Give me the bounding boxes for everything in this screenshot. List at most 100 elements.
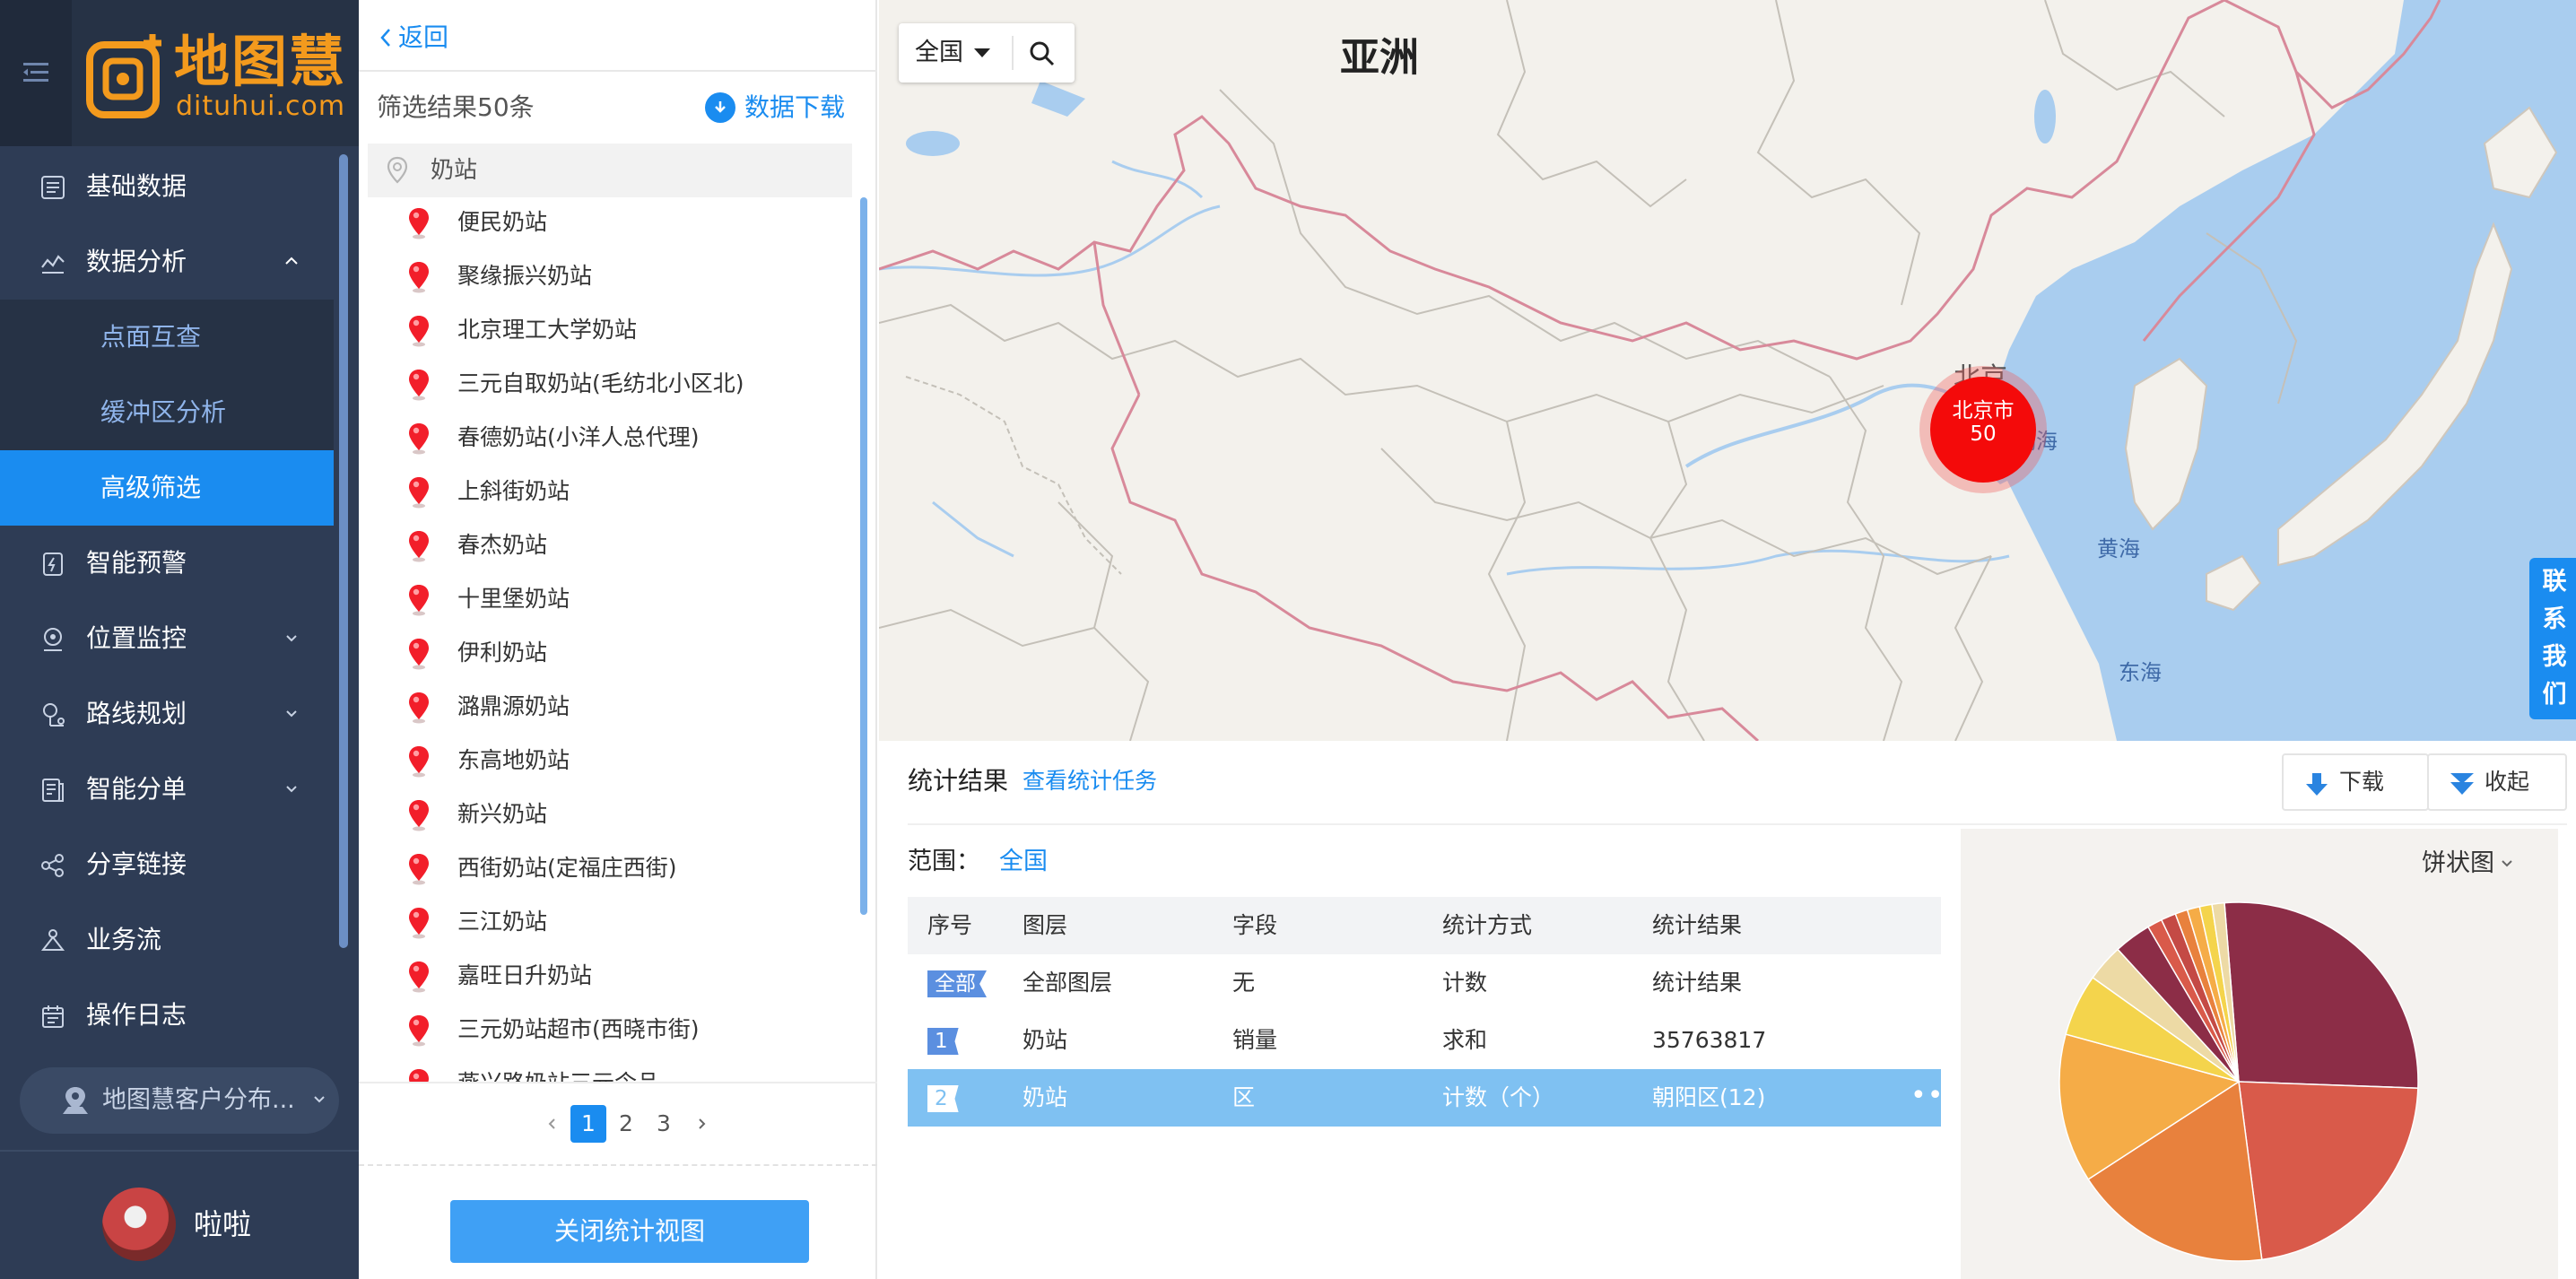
poi-list-item[interactable]: 西街奶站(定福庄西街) bbox=[359, 841, 857, 895]
sidebar-scrollbar[interactable] bbox=[339, 154, 348, 948]
pie-slice[interactable] bbox=[2238, 1081, 2419, 1261]
red-pin-icon bbox=[409, 692, 429, 724]
row-result-cell: 朝阳区(12) bbox=[1652, 1084, 1766, 1110]
chart-type-select[interactable]: 饼状图 bbox=[2422, 845, 2514, 883]
pie-chart bbox=[2058, 901, 2419, 1262]
poi-list-item[interactable]: 聚缘振兴奶站 bbox=[359, 249, 857, 303]
search-icon[interactable] bbox=[1028, 39, 1057, 68]
divider bbox=[359, 1082, 877, 1083]
red-pin-icon bbox=[409, 961, 429, 993]
nav-item-operation-log[interactable]: 操作日志 bbox=[0, 978, 334, 1053]
nav-item-workflow[interactable]: 业务流 bbox=[0, 902, 334, 978]
client-distribution-select[interactable]: 地图慧客户分布... bbox=[20, 1067, 339, 1134]
poi-list-item[interactable]: 十里堡奶站 bbox=[359, 572, 857, 626]
column-header-index: 序号 bbox=[927, 912, 973, 938]
sub-item-advanced-filter[interactable]: 高级筛选 bbox=[0, 450, 334, 526]
poi-list-item[interactable]: 三元自取奶站(毛纺北小区北) bbox=[359, 357, 857, 411]
cluster-name: 北京市 bbox=[1952, 399, 2015, 422]
poi-list-item[interactable]: 春杰奶站 bbox=[359, 518, 857, 572]
page-3-button[interactable]: 3 bbox=[646, 1105, 682, 1143]
list-scrollbar[interactable] bbox=[860, 197, 867, 915]
map-view[interactable]: 全国 亚洲 北京 渤海 黄海 东海 北京市 50 联系我们 bbox=[879, 0, 2576, 741]
red-pin-icon bbox=[409, 854, 429, 885]
caret-down-icon bbox=[974, 48, 990, 57]
logo-domain: dituhui.com bbox=[176, 91, 346, 122]
username[interactable]: 啦啦 bbox=[194, 1188, 251, 1261]
nav-item-smart-dispatch[interactable]: 智能分单 bbox=[0, 752, 334, 827]
poi-list-item[interactable]: 北京理工大学奶站 bbox=[359, 303, 857, 357]
nav-item-route-planning[interactable]: 路线规划 bbox=[0, 676, 334, 752]
sub-item-label: 高级筛选 bbox=[100, 473, 202, 502]
contact-us-tab[interactable]: 联系我们 bbox=[2529, 558, 2576, 719]
back-button[interactable]: 返回 bbox=[379, 18, 448, 57]
beijing-cluster-marker[interactable]: 北京市 50 bbox=[1930, 377, 2036, 483]
map-canvas bbox=[879, 0, 2576, 741]
column-header-method: 统计方式 bbox=[1442, 912, 1533, 938]
data-download-button[interactable]: 数据下载 bbox=[705, 88, 845, 127]
pie-slice[interactable] bbox=[2224, 901, 2419, 1089]
poi-list: 便民奶站聚缘振兴奶站 北京理工大学奶站三元自取奶站(毛纺北小区北) 春德奶站(小洋人… bbox=[359, 196, 857, 1083]
chart-type-label: 饼状图 bbox=[2422, 849, 2494, 877]
logo-badge-icon bbox=[86, 34, 161, 118]
red-pin-icon bbox=[409, 639, 429, 670]
poi-list-item[interactable]: 三元奶站超市(西晓市街) bbox=[359, 1003, 857, 1057]
nav-item-data-analysis[interactable]: 数据分析 bbox=[0, 224, 334, 300]
region-search-box[interactable]: 全国 bbox=[899, 23, 1075, 83]
nav-item-basic-data[interactable]: 基础数据 bbox=[0, 149, 334, 224]
layer-group-row[interactable]: 奶站 bbox=[368, 144, 852, 197]
collapse-button[interactable]: 收起 bbox=[2427, 753, 2567, 811]
prev-page-button[interactable] bbox=[535, 1105, 570, 1143]
poi-list-item[interactable]: 潞鼎源奶站 bbox=[359, 680, 857, 734]
poi-list-item[interactable]: 燕兴路奶站三元令品 bbox=[359, 1057, 857, 1083]
poi-name: 三元自取奶站(毛纺北小区北) bbox=[457, 370, 744, 396]
alert-icon bbox=[43, 552, 63, 576]
red-pin-icon bbox=[409, 262, 429, 293]
poi-list-item[interactable]: 东高地奶站 bbox=[359, 734, 857, 787]
view-statistics-task-link[interactable]: 查看统计任务 bbox=[1023, 759, 1157, 804]
download-button[interactable]: 下载 bbox=[2282, 753, 2429, 811]
menu-toggle-button[interactable] bbox=[0, 0, 72, 146]
result-list-panel: 返回 筛选结果50条 数据下载 奶站 便民奶站 聚缘振兴奶站 北京理工大学奶站 三元自… bbox=[359, 0, 877, 1279]
table-row[interactable]: 1 奶站 销量 求和 35763817 bbox=[908, 1012, 1941, 1069]
table-row-selected[interactable]: 2 奶站 区 计数（个） 朝阳区(12) ••• bbox=[908, 1069, 1960, 1127]
nav-item-location-monitor[interactable]: 位置监控 bbox=[0, 601, 334, 676]
poi-list-item[interactable]: 新兴奶站 bbox=[359, 787, 857, 841]
poi-list-item[interactable]: 上斜街奶站 bbox=[359, 465, 857, 518]
nav-item-share-link[interactable]: 分享链接 bbox=[0, 827, 334, 902]
page-1-button[interactable]: 1 bbox=[570, 1105, 606, 1143]
table-row[interactable]: 全部 全部图层 无 计数 统计结果 bbox=[908, 954, 1941, 1012]
scope-value[interactable]: 全国 bbox=[999, 840, 1048, 884]
analysis-icon bbox=[41, 255, 65, 274]
sub-item-buffer-analysis[interactable]: 缓冲区分析 bbox=[0, 375, 334, 450]
page-2-button[interactable]: 2 bbox=[608, 1105, 644, 1143]
close-statistics-view-button[interactable]: 关闭统计视图 bbox=[450, 1200, 809, 1263]
menu-collapse-icon bbox=[23, 63, 48, 82]
row-layer-cell: 奶站 bbox=[1023, 1027, 1068, 1053]
data-download-label: 数据下载 bbox=[744, 92, 846, 122]
poi-list-item[interactable]: 春德奶站(小洋人总代理) bbox=[359, 411, 857, 465]
poi-list-item[interactable]: 三江奶站 bbox=[359, 895, 857, 949]
chevron-down-icon bbox=[314, 1096, 325, 1103]
next-page-button[interactable] bbox=[683, 1105, 719, 1143]
contact-us-label: 联系我们 bbox=[2542, 568, 2567, 709]
poi-name: 便民奶站 bbox=[457, 209, 548, 235]
nav-item-smart-alert[interactable]: 智能预警 bbox=[0, 526, 334, 601]
workflow-icon bbox=[40, 929, 65, 951]
red-pin-icon bbox=[409, 316, 429, 347]
poi-name: 三江奶站 bbox=[457, 909, 548, 935]
statistics-panel: 统计结果 查看统计任务 下载 收起 范围： 全国 序号 图层 字段 统计方式 统… bbox=[879, 741, 2576, 1279]
row-index-cell: 2 bbox=[927, 1069, 959, 1127]
sidebar: 地图慧 dituhui.com 基础数据 数据分析 点面互查 缓冲区分析 高级筛… bbox=[0, 0, 359, 1279]
row-method-cell: 计数（个） bbox=[1442, 1084, 1555, 1110]
avatar[interactable] bbox=[102, 1188, 176, 1261]
sub-item-point-area-query[interactable]: 点面互查 bbox=[0, 300, 334, 375]
more-options-icon[interactable]: ••• bbox=[1910, 1069, 1961, 1123]
poi-name: 嘉旺日升奶站 bbox=[457, 962, 593, 988]
red-pin-icon bbox=[409, 908, 429, 939]
poi-list-item[interactable]: 便民奶站 bbox=[359, 196, 857, 249]
poi-list-item[interactable]: 嘉旺日升奶站 bbox=[359, 949, 857, 1003]
red-pin-icon bbox=[409, 585, 429, 616]
red-pin-icon bbox=[409, 477, 429, 509]
logo-text: 地图慧 bbox=[174, 29, 347, 94]
poi-list-item[interactable]: 伊利奶站 bbox=[359, 626, 857, 680]
